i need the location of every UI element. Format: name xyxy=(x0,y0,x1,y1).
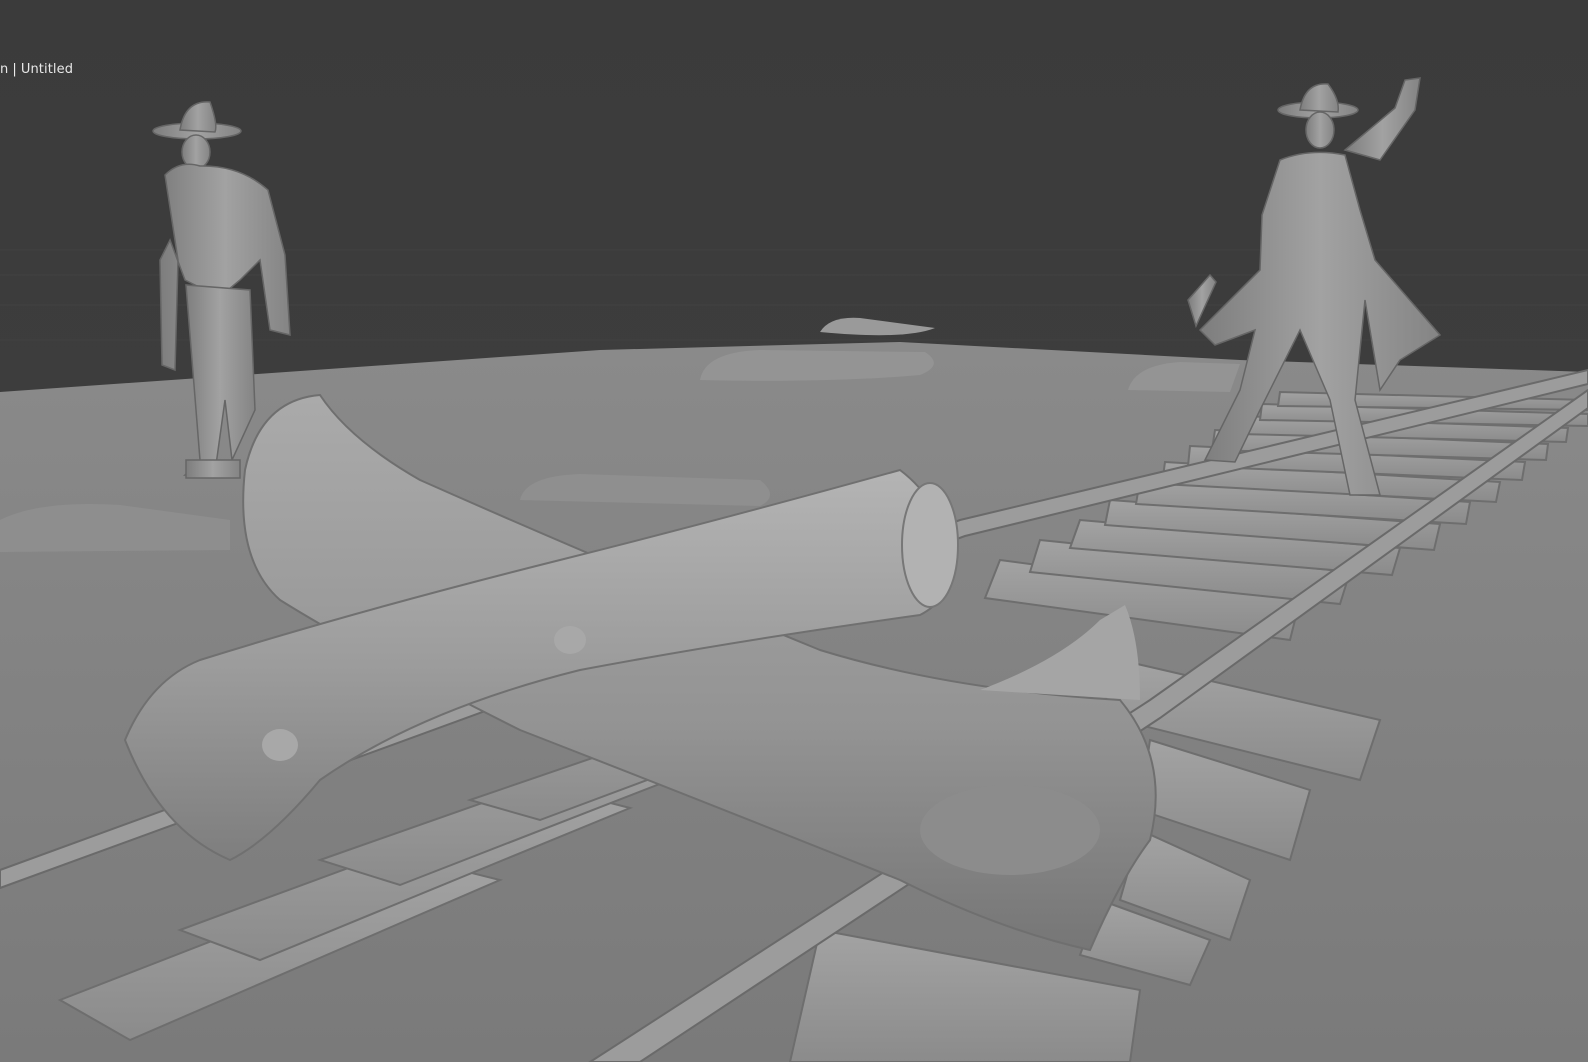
scene-render[interactable] xyxy=(0,0,1588,1062)
view-mode-label: n xyxy=(0,62,9,77)
collection-label: Untitled xyxy=(20,62,74,77)
label-separator: | xyxy=(12,62,17,77)
viewport-header-label: n | Untitled xyxy=(0,62,73,77)
3d-viewport[interactable]: n | Untitled xyxy=(0,0,1588,1062)
